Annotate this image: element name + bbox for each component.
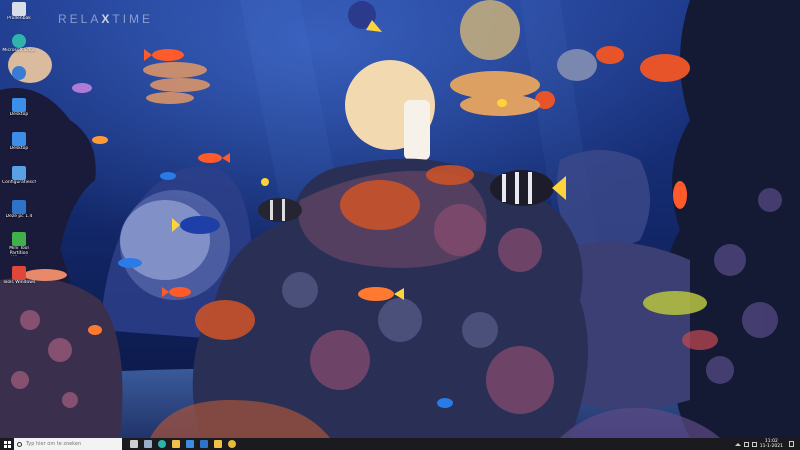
aquarium-scene — [0, 0, 800, 438]
search-input[interactable] — [22, 439, 116, 449]
notification-icon[interactable] — [789, 441, 794, 447]
edge-icon — [12, 34, 26, 48]
partition-tool-icon — [12, 232, 26, 246]
windows-logo-icon — [3, 440, 11, 448]
start-button[interactable] — [0, 438, 14, 450]
desktop-icon-recycle-bin[interactable]: Prullenbak — [2, 2, 36, 21]
pinned-apps — [130, 440, 236, 448]
recycle-bin-icon — [12, 2, 26, 16]
task-view-icon[interactable] — [130, 440, 138, 448]
app-icon — [12, 66, 26, 80]
taskbar: 11:02 11-1-2021 — [0, 438, 800, 450]
chrome-icon[interactable] — [228, 440, 236, 448]
show-hidden-icons-icon[interactable] — [734, 442, 741, 446]
desktop-icon-this-pc[interactable]: Deze pc 1.4 — [2, 200, 36, 219]
desktop-icon-tools[interactable]: Tools Windows — [2, 266, 36, 285]
monitor-icon — [12, 98, 26, 112]
taskbar-search-box[interactable] — [14, 438, 122, 450]
widgets-icon[interactable] — [144, 440, 152, 448]
mail-icon[interactable] — [200, 440, 208, 448]
desktop-icon-app[interactable] — [2, 66, 36, 80]
monitor-icon — [12, 132, 26, 146]
control-panel-icon — [12, 166, 26, 180]
desktop-icon-desktop-2[interactable]: Desktop — [2, 132, 36, 151]
clock[interactable]: 11:02 11-1-2021 — [760, 439, 783, 449]
edge-icon[interactable] — [158, 440, 166, 448]
network-icon[interactable] — [743, 441, 749, 447]
tools-icon — [12, 266, 26, 280]
system-tray: 11:02 11-1-2021 — [734, 439, 800, 449]
folder-icon[interactable] — [214, 440, 222, 448]
store-icon[interactable] — [186, 440, 194, 448]
relaxtime-watermark: RELAXTIME — [58, 12, 154, 26]
file-explorer-icon[interactable] — [172, 440, 180, 448]
computer-icon — [12, 200, 26, 214]
desktop-wallpaper: RELAXTIME — [0, 0, 800, 438]
desktop-icon-control-panel[interactable]: Configuratiescherm — [2, 166, 36, 185]
desktop-icon-column: Prullenbak Microsoft Edge Desktop Deskto… — [0, 0, 40, 300]
volume-icon[interactable] — [751, 441, 757, 447]
clock-date: 11-1-2021 — [759, 444, 783, 449]
desktop-icon-partition-wizard[interactable]: Mini Tool Partition Wizard — [2, 232, 36, 256]
desktop-icon-desktop-1[interactable]: Desktop — [2, 98, 36, 117]
desktop-icon-edge[interactable]: Microsoft Edge — [2, 34, 36, 53]
